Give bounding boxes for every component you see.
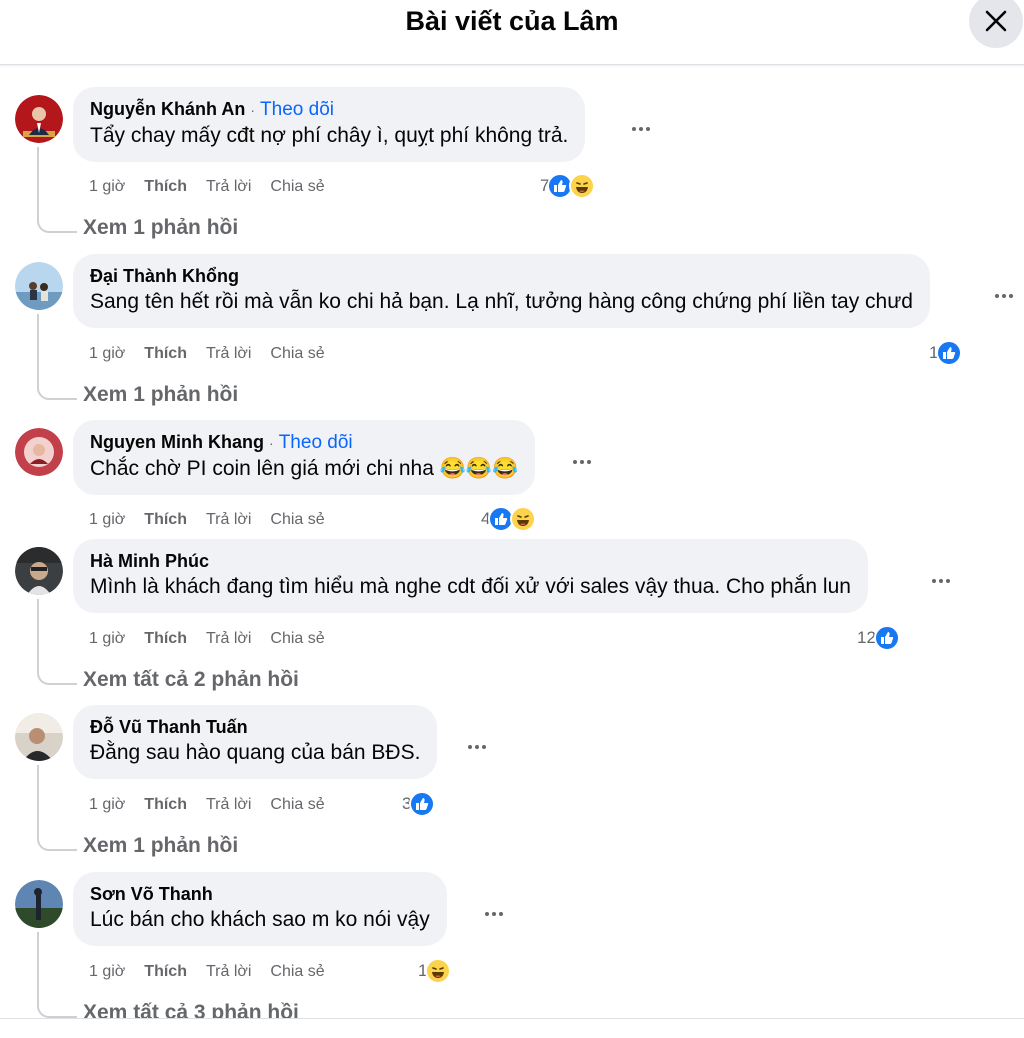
reaction-summary[interactable]: 7 <box>540 173 596 199</box>
view-replies-link[interactable]: Xem tất cả 3 phản hồi <box>83 1000 299 1018</box>
reaction-summary[interactable]: 1 <box>929 340 963 366</box>
comment-text: Lúc bán cho khách sao m ko nói vậy <box>90 908 430 931</box>
reply-button[interactable]: Trả lời <box>206 630 251 647</box>
comment-author[interactable]: Nguyễn Khánh An <box>90 99 245 119</box>
separator-dot: · <box>250 102 256 118</box>
view-replies-link[interactable]: Xem tất cả 2 phản hồi <box>83 667 299 693</box>
avatar[interactable] <box>15 428 63 476</box>
reply-button[interactable]: Trả lời <box>206 511 251 528</box>
comment-author[interactable]: Đại Thành Khổng <box>90 266 239 286</box>
comment-time[interactable]: 1 giờ <box>89 963 125 980</box>
like-button[interactable]: Thích <box>144 178 187 195</box>
comment-author[interactable]: Nguyen Minh Khang <box>90 432 264 452</box>
comment-bubble: Nguyễn Khánh An · Theo dõi Tẩy chay mấy … <box>73 87 586 162</box>
share-button[interactable]: Chia sẻ <box>270 796 324 813</box>
comment-text: Đằng sau hào quang của bán BĐS. <box>90 741 421 764</box>
more-options-button[interactable] <box>464 737 490 757</box>
more-options-button[interactable] <box>991 286 1017 306</box>
dialog-title: Bài viết của Lâm <box>405 6 619 36</box>
comment-actions: 1 giờ Thích Trả lời Chia sẻ <box>89 344 344 364</box>
reaction-summary[interactable]: 12 <box>857 625 900 651</box>
reply-thread-line <box>37 314 77 400</box>
comment-author[interactable]: Sơn Võ Thanh <box>90 884 213 904</box>
comment-actions: 1 giờ Thích Trả lời Chia sẻ <box>89 962 344 982</box>
like-button[interactable]: Thích <box>144 345 187 362</box>
comment-time[interactable]: 1 giờ <box>89 178 125 195</box>
comment-bubble: Đại Thành Khổng Sang tên hết rồi mà vẫn … <box>73 254 930 328</box>
like-reaction-icon <box>936 340 963 366</box>
more-options-button[interactable] <box>569 452 595 472</box>
avatar[interactable] <box>15 547 63 595</box>
haha-reaction-icon <box>569 173 596 199</box>
comment-actions: 1 giờ Thích Trả lời Chia sẻ <box>89 510 344 530</box>
close-icon <box>985 10 1007 32</box>
comment-author[interactable]: Đỗ Vũ Thanh Tuấn <box>90 717 248 737</box>
reply-thread-line <box>37 147 77 233</box>
comment-time[interactable]: 1 giờ <box>89 345 125 362</box>
like-button[interactable]: Thích <box>144 511 187 528</box>
avatar[interactable] <box>15 880 63 928</box>
comment-actions: 1 giờ Thích Trả lời Chia sẻ <box>89 795 344 815</box>
comment-actions: 1 giờ Thích Trả lời Chia sẻ <box>89 629 344 649</box>
comment-text: Sang tên hết rồi mà vẫn ko chi hả bạn. L… <box>90 290 913 313</box>
comment-time[interactable]: 1 giờ <box>89 796 125 813</box>
comment-bubble: Hà Minh Phúc Mình là khách đang tìm hiểu… <box>73 539 868 613</box>
separator-dot: · <box>269 435 274 451</box>
share-button[interactable]: Chia sẻ <box>270 630 324 647</box>
reply-button[interactable]: Trả lời <box>206 345 251 362</box>
comment-actions: 1 giờ Thích Trả lời Chia sẻ <box>89 177 344 197</box>
close-button[interactable] <box>969 0 1023 48</box>
follow-link[interactable]: Theo dõi <box>260 99 334 120</box>
follow-link[interactable]: Theo dõi <box>279 432 353 453</box>
comment-author[interactable]: Hà Minh Phúc <box>90 551 209 571</box>
comment-time[interactable]: 1 giờ <box>89 511 125 528</box>
reply-thread-line <box>37 932 77 1018</box>
avatar[interactable] <box>15 95 63 143</box>
more-options-button[interactable] <box>481 904 507 924</box>
like-button[interactable]: Thích <box>144 630 187 647</box>
view-replies-link[interactable]: Xem 1 phản hồi <box>83 215 238 241</box>
haha-reaction-icon <box>510 506 537 532</box>
share-button[interactable]: Chia sẻ <box>270 345 324 362</box>
reply-button[interactable]: Trả lời <box>206 796 251 813</box>
reaction-summary[interactable]: 3 <box>402 791 436 817</box>
more-options-button[interactable] <box>628 119 654 139</box>
dialog-header: Bài viết của Lâm <box>0 0 1024 65</box>
haha-reaction-icon <box>425 958 452 984</box>
comment-bubble: Nguyen Minh Khang · Theo dõi Chắc chờ PI… <box>73 420 536 495</box>
comment-text: Mình là khách đang tìm hiểu mà nghe cdt … <box>90 575 851 598</box>
reaction-summary[interactable]: 4 <box>481 506 537 532</box>
share-button[interactable]: Chia sẻ <box>270 511 324 528</box>
comment-bubble: Đỗ Vũ Thanh Tuấn Đằng sau hào quang của … <box>73 705 438 779</box>
comment-time[interactable]: 1 giờ <box>89 630 125 647</box>
avatar[interactable] <box>15 262 63 310</box>
comment-text: Tẩy chay mấy cđt nợ phí chây ì, quỵt phí… <box>90 124 569 147</box>
comment-list[interactable]: Nguyễn Khánh An · Theo dõi Tẩy chay mấy … <box>0 65 1024 1018</box>
comment-bubble: Sơn Võ Thanh Lúc bán cho khách sao m ko … <box>73 872 447 946</box>
reply-thread-line <box>37 765 77 851</box>
reply-thread-line <box>37 599 77 685</box>
dialog-footer <box>0 1018 1024 1038</box>
view-replies-link[interactable]: Xem 1 phản hồi <box>83 833 238 859</box>
share-button[interactable]: Chia sẻ <box>270 178 324 195</box>
view-replies-link[interactable]: Xem 1 phản hồi <box>83 382 238 408</box>
like-reaction-icon <box>409 791 436 817</box>
reply-button[interactable]: Trả lời <box>206 178 251 195</box>
more-options-button[interactable] <box>928 571 954 591</box>
comment-text: Chắc chờ PI coin lên giá mới chi nha 😂😂😂 <box>90 457 519 480</box>
like-reaction-icon <box>873 625 900 651</box>
avatar[interactable] <box>15 713 63 761</box>
reaction-summary[interactable]: 1 <box>418 958 452 984</box>
reply-button[interactable]: Trả lời <box>206 963 251 980</box>
like-button[interactable]: Thích <box>144 796 187 813</box>
share-button[interactable]: Chia sẻ <box>270 963 324 980</box>
like-button[interactable]: Thích <box>144 963 187 980</box>
